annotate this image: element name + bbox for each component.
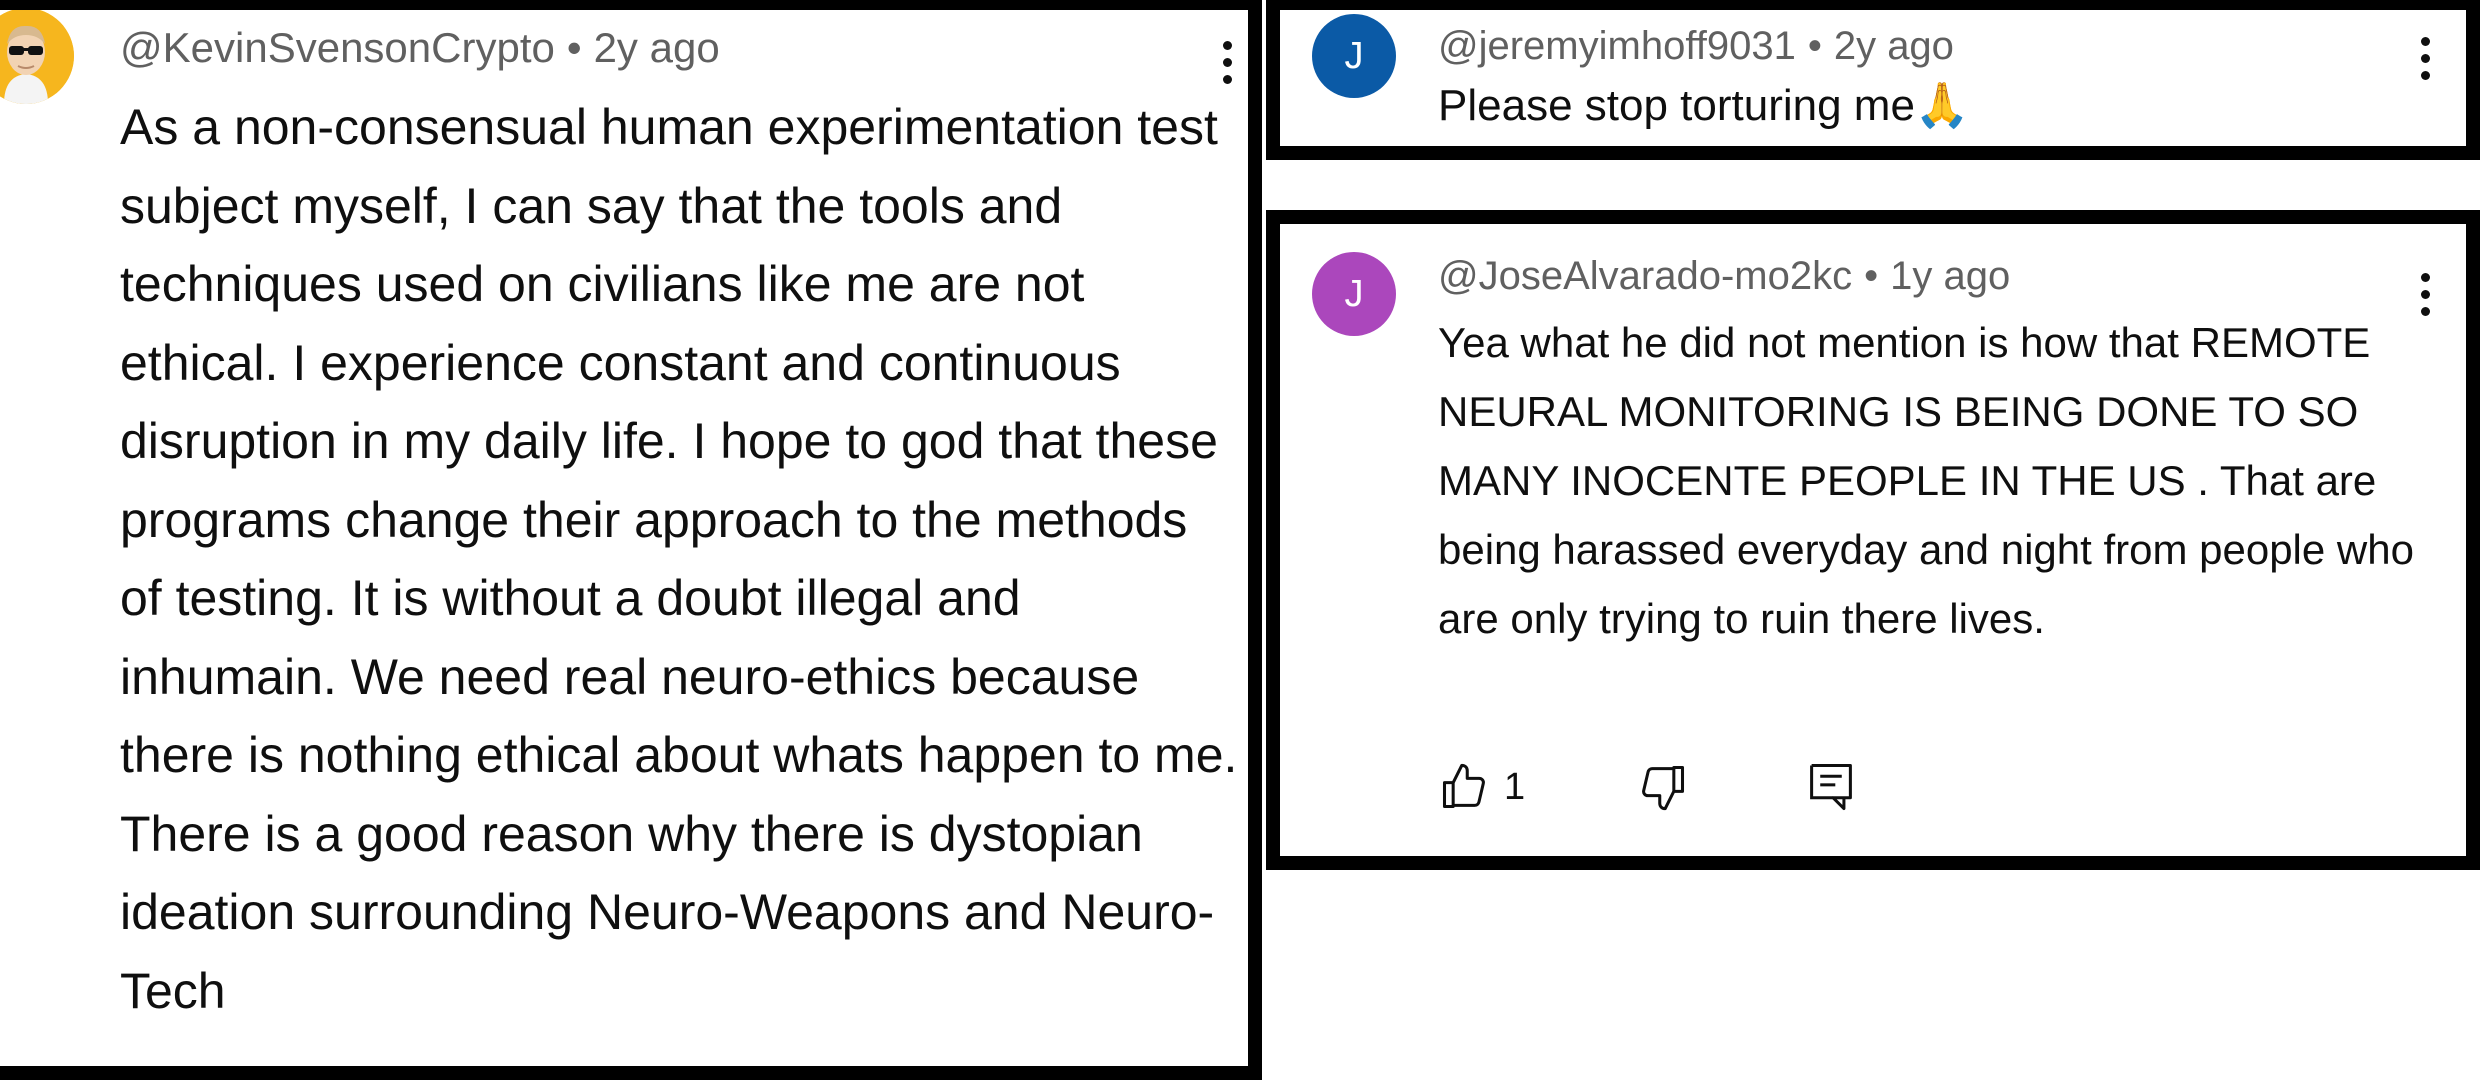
comment-text: Yea what he did not mention is how that …: [1438, 319, 2414, 642]
comment-card: J @JoseAlvarado-mo2kc • 1y ago Yea what he…: [1266, 210, 2480, 870]
like-count: 1: [1504, 765, 1526, 808]
avatar-letter: J: [1344, 272, 1364, 315]
comment-timestamp: 2y ago: [593, 24, 720, 71]
avatar-letter: J: [1344, 34, 1364, 77]
reply-icon: [1810, 763, 1853, 811]
comment-actions: 1: [1438, 759, 1857, 815]
author-handle[interactable]: @KevinSvensonCrypto: [120, 24, 555, 71]
user-avatar[interactable]: J: [1312, 252, 1396, 336]
thumbs-up-icon: [1442, 763, 1485, 809]
thumbs-down-icon: [1642, 765, 1685, 811]
author-handle[interactable]: @jeremyimhoff9031: [1438, 24, 1796, 68]
user-avatar[interactable]: [0, 10, 74, 104]
comment-text: Please stop torturing me🙏: [1438, 81, 1970, 130]
comment-author-line: @KevinSvensonCrypto • 2y ago: [120, 24, 720, 72]
comment-timestamp: 2y ago: [1833, 24, 1954, 68]
comment-text: As a non-consensual human experimentatio…: [120, 99, 1238, 1019]
like-button[interactable]: 1: [1438, 761, 1525, 813]
author-handle[interactable]: @JoseAlvarado-mo2kc: [1438, 254, 1852, 298]
reply-button[interactable]: [1805, 759, 1857, 815]
user-avatar[interactable]: J: [1312, 14, 1396, 98]
separator: •: [1807, 24, 1822, 68]
comment-card: J @jeremyimhoff9031 • 2y ago Please stop t…: [1266, 0, 2480, 160]
separator: •: [566, 24, 582, 71]
cartoon-avatar-icon: [0, 10, 74, 104]
more-vertical-icon[interactable]: [1212, 32, 1242, 92]
comment-card: @KevinSvensonCrypto • 2y ago As a non-cons…: [0, 0, 1262, 1080]
separator: •: [1864, 254, 1879, 298]
comment-timestamp: 1y ago: [1890, 254, 2011, 298]
comment-author-line: @jeremyimhoff9031 • 2y ago: [1438, 24, 1954, 69]
comment-author-line: @JoseAlvarado-mo2kc • 1y ago: [1438, 254, 2010, 299]
dislike-button[interactable]: [1637, 761, 1689, 813]
